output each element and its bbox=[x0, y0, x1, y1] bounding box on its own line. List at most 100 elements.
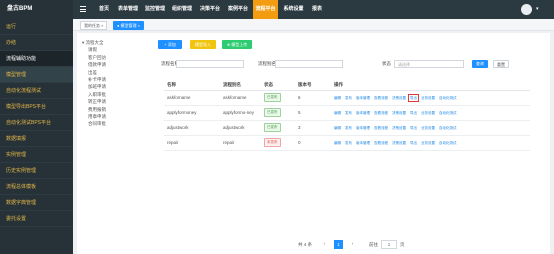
tree-item[interactable]: 转正申请 bbox=[82, 98, 152, 105]
op-link[interactable]: 自动化测试 bbox=[439, 96, 457, 100]
pager-goto-input[interactable]: 1 bbox=[381, 240, 397, 249]
user-menu-caret-icon[interactable]: ▾ bbox=[536, 6, 539, 12]
process-alias-label: 流程别名 bbox=[258, 61, 276, 66]
menu-toggle-icon[interactable] bbox=[80, 6, 86, 12]
sidebar-item[interactable]: 模型导出BPS平台 bbox=[0, 99, 73, 115]
table-header-row: 名称 流程别名 状态 版本号 操作 bbox=[164, 81, 530, 91]
query-button[interactable]: 查询 bbox=[472, 60, 488, 68]
model-import-button[interactable]: 模型导入 bbox=[190, 40, 216, 49]
op-link[interactable]: 决策设置 bbox=[392, 126, 406, 130]
op-link[interactable]: 导出 bbox=[410, 111, 417, 115]
op-link[interactable]: 编辑 bbox=[334, 96, 341, 100]
op-link[interactable]: 导出 bbox=[408, 93, 419, 102]
op-link[interactable]: 发布 bbox=[345, 96, 352, 100]
cell-version: 5 bbox=[298, 110, 301, 115]
nav-item[interactable]: 监控管理 bbox=[143, 0, 167, 19]
sidebar-item[interactable]: 自动化测试BPS平台 bbox=[0, 115, 73, 131]
pager-page-1[interactable]: 1 bbox=[334, 240, 343, 249]
op-link[interactable]: 业务设置 bbox=[421, 126, 435, 130]
table-row: adjustwork adjustwork 已发布 3 编辑 发布 版本管理 查看流程 决策设置… bbox=[164, 120, 530, 136]
sidebar-item[interactable]: 数据填报 bbox=[0, 131, 73, 147]
status-select-value: 请选择 bbox=[398, 62, 410, 67]
nav-item[interactable]: 报表 bbox=[308, 0, 326, 19]
model-upload-button[interactable]: ⊕ 模型上传 bbox=[222, 40, 252, 49]
tree-item[interactable]: 用章申请 bbox=[82, 113, 152, 120]
tab-model-management[interactable]: ● 模型管理 × bbox=[113, 21, 144, 30]
tree-item[interactable]: 加班申请 bbox=[82, 83, 152, 90]
col-status-header: 状态 bbox=[261, 81, 295, 91]
op-link[interactable]: 自动化测试 bbox=[439, 126, 457, 130]
status-select[interactable]: 请选择 bbox=[394, 60, 464, 68]
op-link[interactable]: 导出 bbox=[410, 141, 417, 145]
nav-item[interactable]: 组织管理 bbox=[170, 0, 194, 19]
sidebar-item[interactable]: 运行 bbox=[0, 19, 73, 35]
tree-item[interactable]: 请假 bbox=[82, 46, 152, 53]
op-link[interactable]: 自动化测试 bbox=[439, 111, 457, 115]
op-link[interactable]: 决策设置 bbox=[392, 96, 406, 100]
op-link[interactable]: 发布 bbox=[345, 126, 352, 130]
status-badge: 已发布 bbox=[264, 123, 281, 132]
table-row: applyformoney applyformo-ney 已发布 5 编辑 发布 版本管理查… bbox=[164, 105, 530, 121]
sidebar-item[interactable]: 流程总体模板 bbox=[0, 179, 73, 195]
pager-next-button[interactable]: › bbox=[348, 240, 357, 249]
op-link[interactable]: 查看流程 bbox=[374, 141, 388, 145]
op-link[interactable]: 版本管理 bbox=[356, 141, 370, 145]
nav-item[interactable]: 流程平台 bbox=[253, 0, 278, 19]
reset-button[interactable]: 重置 bbox=[493, 60, 509, 68]
tree-item[interactable]: 补卡申请 bbox=[82, 76, 152, 83]
process-name-input[interactable] bbox=[176, 60, 244, 68]
op-link[interactable]: 决策设置 bbox=[392, 111, 406, 115]
tab-my-tasks[interactable]: 我的任务 × bbox=[80, 21, 108, 30]
nav-item[interactable]: 案例平台 bbox=[225, 0, 251, 19]
op-link[interactable]: 编辑 bbox=[334, 111, 341, 115]
sidebar-item[interactable]: 模型管理 bbox=[0, 67, 73, 83]
op-link[interactable]: 查看流程 bbox=[374, 96, 388, 100]
sidebar-item[interactable]: 委托设置 bbox=[0, 211, 73, 227]
op-link[interactable]: 版本管理 bbox=[356, 96, 370, 100]
pager-prev-button[interactable]: ‹ bbox=[320, 240, 329, 249]
op-link[interactable]: 查看流程 bbox=[374, 111, 388, 115]
op-link[interactable]: 决策设置 bbox=[392, 141, 406, 145]
tree-item[interactable]: 入职审批 bbox=[82, 91, 152, 98]
col-name-header: 名称 bbox=[164, 81, 220, 91]
op-link[interactable]: 导出 bbox=[410, 126, 417, 130]
col-ops-header: 操作 bbox=[331, 81, 530, 91]
nav-item[interactable]: 系统设置 bbox=[281, 0, 306, 19]
col-alias-header: 流程别名 bbox=[220, 81, 261, 91]
tree-item[interactable]: 费用报销 bbox=[82, 106, 152, 113]
cell-alias: adjustwork bbox=[223, 124, 245, 130]
tree-item[interactable]: 出差 bbox=[82, 69, 152, 76]
op-link[interactable]: 发布 bbox=[345, 111, 352, 115]
op-link[interactable]: 发布 bbox=[345, 141, 352, 145]
op-link[interactable]: 版本管理 bbox=[356, 111, 370, 115]
tree-item[interactable]: 借款申请 bbox=[82, 61, 152, 68]
nav-item[interactable]: 决策平台 bbox=[197, 0, 223, 19]
op-link[interactable]: 自动化测试 bbox=[439, 141, 457, 145]
tree-item[interactable]: 客户回访 bbox=[82, 54, 152, 61]
op-link[interactable]: 查看流程 bbox=[374, 126, 388, 130]
op-link[interactable]: 业务设置 bbox=[421, 111, 435, 115]
sidebar-item[interactable]: 数据字典管理 bbox=[0, 195, 73, 211]
nav-item[interactable]: 表单管理 bbox=[116, 0, 140, 19]
page-tab-bar: 我的任务 × ● 模型管理 × bbox=[73, 19, 554, 31]
sidebar-item[interactable]: 历史实例管理 bbox=[0, 163, 73, 179]
add-button[interactable]: + 添加 bbox=[158, 40, 182, 49]
process-alias-input[interactable] bbox=[275, 60, 343, 68]
op-link[interactable]: 编辑 bbox=[334, 141, 341, 145]
sidebar-item[interactable]: 办结 bbox=[0, 35, 73, 51]
op-link[interactable]: 业务设置 bbox=[421, 141, 435, 145]
col-version-header: 版本号 bbox=[295, 81, 331, 91]
sidebar-item[interactable]: 自动化流程测试 bbox=[0, 83, 73, 99]
op-link[interactable]: 版本管理 bbox=[356, 126, 370, 130]
sidebar-item[interactable]: 流程辅助功能 bbox=[0, 51, 73, 67]
user-avatar[interactable] bbox=[521, 4, 532, 15]
op-link[interactable]: 业务设置 bbox=[421, 96, 435, 100]
sidebar-item[interactable]: 实例管理 bbox=[0, 147, 73, 163]
sidebar-menu: 运行 办结 流程辅助功能 模型管理 自动化流程测试 模型导出BPS平台 自动化测试BPS平台… bbox=[0, 19, 73, 227]
pager-page-unit: 页 bbox=[400, 242, 405, 247]
nav-item[interactable]: 首页 bbox=[92, 0, 116, 19]
op-link[interactable]: 编辑 bbox=[334, 126, 341, 130]
sidebar: 盘古BPM 运行 办结 流程辅助功能 模型管理 自动化流程测试 模型导出BPS平台 自动化测… bbox=[0, 0, 73, 254]
tree-root[interactable]: ▾ 流程大全 bbox=[82, 39, 152, 46]
tree-item[interactable]: 合同审批 bbox=[82, 120, 152, 127]
